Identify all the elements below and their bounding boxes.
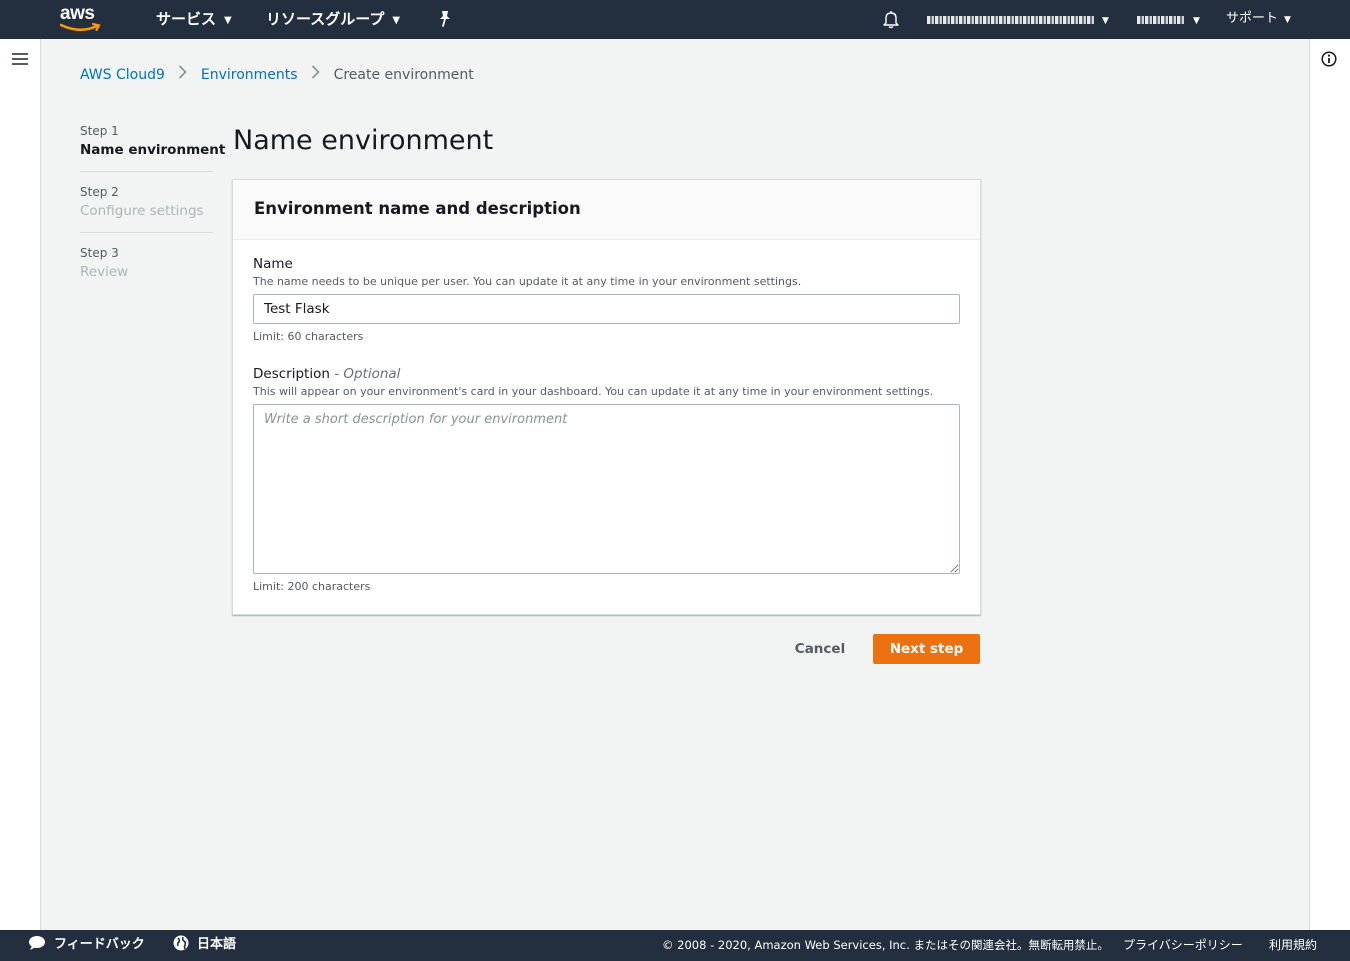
breadcrumb-aws-cloud9[interactable]: AWS Cloud9 bbox=[80, 67, 165, 83]
chevron-down-icon: ▼ bbox=[1193, 16, 1200, 26]
chevron-down-icon: ▼ bbox=[392, 15, 401, 26]
services-label: サービス bbox=[156, 10, 217, 28]
pin-icon[interactable] bbox=[437, 10, 453, 28]
aws-logo[interactable]: aws bbox=[58, 3, 104, 33]
step-1: Step 1 Name environment bbox=[80, 121, 226, 172]
name-input[interactable] bbox=[253, 294, 960, 324]
cancel-button[interactable]: Cancel bbox=[784, 634, 856, 664]
name-label: Name bbox=[253, 256, 293, 272]
chevron-down-icon: ▼ bbox=[1102, 16, 1109, 26]
page-title: Name environment bbox=[233, 125, 494, 156]
region-menu[interactable]: ▼ bbox=[1137, 0, 1200, 39]
step-title: Name environment bbox=[80, 142, 226, 158]
speech-bubble-icon bbox=[29, 936, 45, 950]
privacy-policy-link[interactable]: プライバシーポリシー bbox=[1123, 930, 1243, 961]
chevron-down-icon: ▼ bbox=[1284, 15, 1291, 25]
description-textarea[interactable] bbox=[253, 404, 960, 574]
resource-groups-menu[interactable]: リソースグループ ▼ bbox=[266, 0, 400, 39]
aws-logo-text: aws bbox=[60, 3, 95, 24]
footer-bar: フィードバック 日本語 © 2008 - 2020, Amazon Web Se… bbox=[0, 930, 1350, 961]
bell-icon[interactable] bbox=[882, 10, 900, 29]
panel-title: Environment name and description bbox=[233, 180, 980, 240]
step-number: Step 2 bbox=[80, 185, 119, 199]
services-menu[interactable]: サービス ▼ bbox=[156, 0, 232, 39]
right-tools-rail bbox=[1309, 39, 1350, 930]
account-name-redacted bbox=[927, 15, 1095, 24]
top-navigation-bar: aws サービス ▼ リソースグループ ▼ ▼ ▼ サポート ▼ bbox=[0, 0, 1350, 39]
feedback-link[interactable]: フィードバック bbox=[28, 930, 145, 961]
hamburger-menu-icon[interactable] bbox=[12, 52, 28, 66]
name-hint: The name needs to be unique per user. Yo… bbox=[253, 275, 802, 288]
optional-tag: - Optional bbox=[334, 366, 401, 382]
breadcrumb: AWS Cloud9 Environments Create environment bbox=[80, 65, 474, 83]
step-number: Step 1 bbox=[80, 124, 119, 138]
copyright-text: © 2008 - 2020, Amazon Web Services, Inc.… bbox=[662, 938, 1109, 952]
chevron-down-icon: ▼ bbox=[224, 15, 232, 26]
feedback-label: フィードバック bbox=[54, 937, 145, 952]
description-label-text: Description bbox=[253, 366, 330, 382]
resource-groups-label: リソースグループ bbox=[266, 10, 385, 28]
breadcrumb-environments[interactable]: Environments bbox=[201, 67, 298, 83]
name-limit: Limit: 60 characters bbox=[253, 330, 364, 343]
aws-smile-icon bbox=[60, 23, 101, 32]
terms-link[interactable]: 利用規約 bbox=[1269, 930, 1317, 961]
wizard-steps: Step 1 Name environment Step 2 Configure… bbox=[80, 121, 226, 303]
breadcrumb-current: Create environment bbox=[333, 67, 474, 83]
description-label: Description - Optional bbox=[253, 366, 400, 382]
step-number: Step 3 bbox=[80, 246, 119, 260]
step-2: Step 2 Configure settings bbox=[80, 182, 213, 233]
step-title: Review bbox=[80, 264, 129, 280]
info-icon[interactable] bbox=[1321, 51, 1337, 67]
chevron-right-icon bbox=[298, 65, 334, 83]
description-limit: Limit: 200 characters bbox=[253, 580, 371, 593]
environment-form-panel: Environment name and description Name Th… bbox=[232, 179, 981, 615]
support-label: サポート bbox=[1226, 11, 1279, 26]
language-selector[interactable]: 日本語 bbox=[173, 930, 236, 961]
support-menu[interactable]: サポート ▼ bbox=[1226, 0, 1291, 39]
left-navigation-rail bbox=[0, 39, 41, 930]
description-hint: This will appear on your environment's c… bbox=[253, 385, 934, 398]
chevron-right-icon bbox=[165, 65, 201, 83]
next-step-button[interactable]: Next step bbox=[873, 634, 980, 664]
step-title: Configure settings bbox=[80, 203, 204, 219]
language-label: 日本語 bbox=[197, 937, 237, 952]
step-3: Step 3 Review bbox=[80, 243, 213, 293]
region-name-redacted bbox=[1137, 15, 1185, 24]
globe-icon bbox=[173, 935, 189, 951]
account-menu[interactable]: ▼ bbox=[927, 0, 1109, 39]
